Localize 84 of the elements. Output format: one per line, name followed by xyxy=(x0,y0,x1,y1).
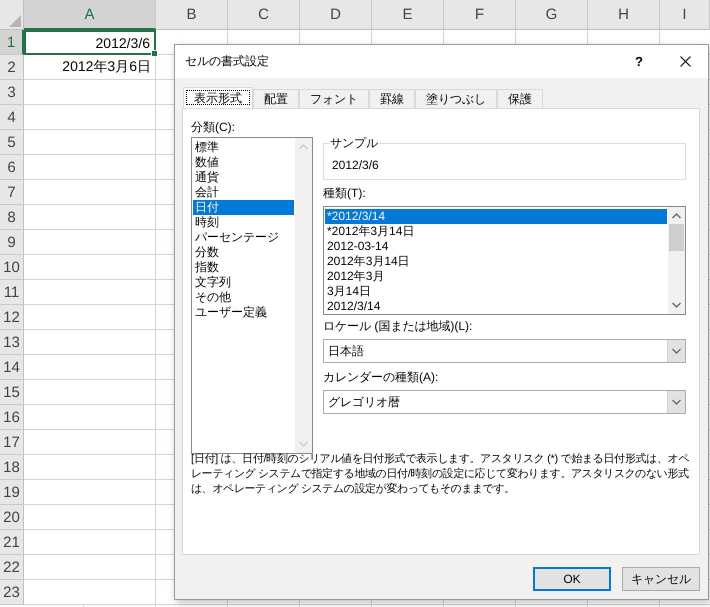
row-header[interactable]: 11 xyxy=(0,280,24,305)
list-item[interactable]: 3月14日 xyxy=(325,284,667,299)
chevron-down-icon xyxy=(672,348,681,354)
dropdown-button[interactable] xyxy=(667,391,685,413)
type-list[interactable]: *2012/3/14 *2012年3月14日 2012-03-14 2012年3月14日 2012年3月 3月14日 2012/3/14 xyxy=(323,206,686,315)
column-header[interactable]: H xyxy=(588,0,660,30)
tab[interactable]: 配置 xyxy=(253,89,299,108)
chevron-down-icon xyxy=(672,399,681,405)
column-header[interactable]: G xyxy=(516,0,588,30)
row-header[interactable]: 13 xyxy=(0,330,24,355)
row-header[interactable]: 23 xyxy=(0,580,24,605)
list-item[interactable]: 時刻 xyxy=(193,215,294,230)
scroll-down-icon[interactable] xyxy=(672,302,681,308)
select-all-icon[interactable] xyxy=(9,15,21,27)
row-header[interactable]: 2 xyxy=(0,55,24,80)
list-item[interactable]: 2012年3月 xyxy=(325,269,667,284)
sample-label: サンプル xyxy=(329,137,379,149)
tab[interactable]: 罫線 xyxy=(369,89,415,108)
row-header[interactable]: 16 xyxy=(0,405,24,430)
row-header[interactable]: 9 xyxy=(0,230,24,255)
row-header[interactable]: 1 xyxy=(0,30,24,55)
row-header[interactable]: 22 xyxy=(0,555,24,580)
row-header[interactable]: 5 xyxy=(0,130,24,155)
row-header[interactable]: 12 xyxy=(0,305,24,330)
list-item[interactable]: ユーザー定義 xyxy=(193,305,294,320)
row-header[interactable]: 19 xyxy=(0,480,24,505)
column-header[interactable]: E xyxy=(372,0,444,30)
table-cell: 2012/3/6 xyxy=(24,30,156,55)
row-header[interactable]: 4 xyxy=(0,105,24,130)
cancel-button[interactable]: キャンセル xyxy=(622,567,700,591)
column-header[interactable]: I xyxy=(660,0,710,30)
list-item[interactable]: 2012/3/14 xyxy=(325,299,667,314)
column-header[interactable]: D xyxy=(300,0,372,30)
list-item[interactable]: *2012/3/14 xyxy=(325,209,667,224)
tab[interactable]: 表示形式 xyxy=(183,87,253,108)
row-header[interactable]: 18 xyxy=(0,455,24,480)
list-item[interactable]: パーセンテージ xyxy=(193,230,294,245)
scroll-thumb[interactable] xyxy=(669,224,684,251)
list-item[interactable]: 指数 xyxy=(193,260,294,275)
column-header[interactable]: C xyxy=(228,0,300,30)
calendar-dropdown[interactable]: グレゴリオ暦 xyxy=(323,390,686,414)
help-button[interactable]: ? xyxy=(616,54,662,69)
sample-value: 2012/3/6 xyxy=(332,158,379,172)
list-item[interactable]: 分数 xyxy=(193,245,294,260)
row-header[interactable]: 15 xyxy=(0,380,24,405)
column-header[interactable]: B xyxy=(156,0,228,30)
calendar-label: カレンダーの種類(A): xyxy=(323,370,440,386)
row-header[interactable]: 14 xyxy=(0,355,24,380)
column-header[interactable]: F xyxy=(444,0,516,30)
category-label: 分類(C): xyxy=(191,120,236,136)
list-item[interactable]: その他 xyxy=(193,290,294,305)
row-header[interactable]: 7 xyxy=(0,180,24,205)
row-header[interactable]: 10 xyxy=(0,255,24,280)
row-header[interactable]: 3 xyxy=(0,80,24,105)
list-item[interactable]: 2012年3月14日 xyxy=(325,254,667,269)
column-header[interactable]: A xyxy=(24,0,156,30)
scrollbar[interactable] xyxy=(668,207,685,314)
ok-button[interactable]: OK xyxy=(533,567,611,591)
type-label: 種類(T): xyxy=(323,186,367,202)
locale-dropdown[interactable]: 日本語 xyxy=(323,339,686,363)
list-item[interactable]: 日付 xyxy=(193,200,294,215)
category-list[interactable]: 標準 数値 通貨 会計 日付 時刻 パーセンテージ 分数 指数 文字列 その他 ユーザー定義 xyxy=(191,137,313,454)
list-item[interactable]: 2012-03-14 xyxy=(325,239,667,254)
list-item[interactable]: 文字列 xyxy=(193,275,294,290)
tab[interactable]: 塗りつぶし xyxy=(415,89,497,108)
window-title: セルの書式設定 xyxy=(185,53,270,70)
tab[interactable]: フォント xyxy=(299,89,369,108)
list-item[interactable]: 通貨 xyxy=(193,170,294,185)
close-icon xyxy=(680,56,690,67)
row-header[interactable]: 17 xyxy=(0,430,24,455)
list-item[interactable]: *2012年3月14日 xyxy=(325,224,667,239)
locale-label: ロケール (国または地域)(L): xyxy=(323,319,474,335)
row-header[interactable]: 6 xyxy=(0,155,24,180)
tab[interactable]: 保護 xyxy=(497,89,543,108)
list-item[interactable]: 会計 xyxy=(193,185,294,200)
fill-handle[interactable] xyxy=(151,50,158,57)
list-item[interactable]: 数値 xyxy=(193,155,294,170)
row-header[interactable]: 8 xyxy=(0,205,24,230)
row-header[interactable]: 20 xyxy=(0,505,24,530)
dropdown-button[interactable] xyxy=(667,340,685,362)
description-text: [日付] は、日付/時刻のシリアル値を日付形式で表示します。アスタリスク (*) で始まる日付形式は、オペレーティング システムで指定する地域の日付/時刻の設定に応じて変わります。アスタリスクのない形式は、オペレーティング システムの設定が変わってもそのままです。 xyxy=(191,452,690,497)
row-header[interactable]: 21 xyxy=(0,530,24,555)
scroll-up-icon[interactable] xyxy=(672,213,681,219)
list-item[interactable]: 標準 xyxy=(193,140,294,155)
